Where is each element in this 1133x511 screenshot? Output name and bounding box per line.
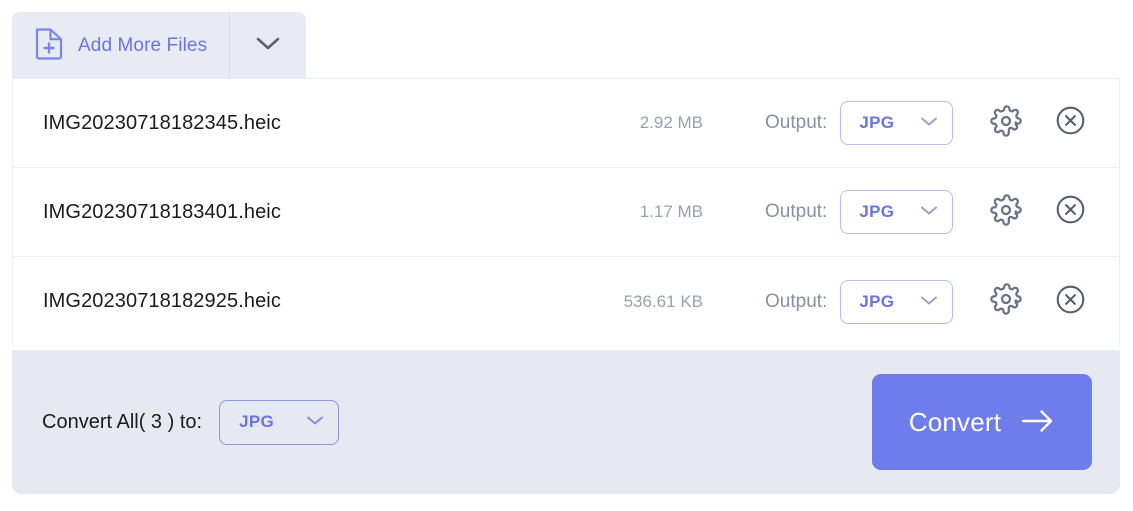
add-more-files-button[interactable]: Add More Files	[12, 12, 229, 79]
file-name: IMG20230718182345.heic	[43, 111, 281, 134]
table-row: IMG20230718182345.heic 2.92 MB Output: J…	[13, 79, 1119, 168]
heic-converter-panel: Add More Files IMG20230718182345.heic 2.…	[0, 0, 1133, 511]
output-format-value: JPG	[859, 291, 895, 311]
chevron-down-icon	[306, 413, 324, 431]
add-more-files-dropdown-toggle[interactable]	[229, 12, 306, 79]
table-row: IMG20230718182925.heic 536.61 KB Output:…	[13, 257, 1119, 346]
output-format-value: JPG	[859, 202, 895, 221]
add-more-files-label: Add More Files	[78, 34, 208, 56]
chevron-down-icon	[920, 203, 938, 221]
arrow-right-icon	[1021, 409, 1055, 436]
output-label: Output:	[765, 290, 828, 312]
file-settings-button[interactable]	[989, 104, 1023, 142]
file-size: 536.61 KB	[623, 291, 703, 311]
file-settings-button[interactable]	[989, 193, 1023, 231]
convert-all-format-value: JPG	[239, 412, 274, 431]
toolbar: Add More Files	[12, 12, 1120, 79]
remove-file-button[interactable]	[1053, 285, 1087, 319]
gear-icon	[990, 283, 1022, 320]
file-name: IMG20230718183401.heic	[43, 200, 281, 223]
file-size: 1.17 MB	[639, 202, 703, 221]
footer-bar: Convert All( 3 ) to: JPG Convert	[12, 350, 1120, 494]
file-name: IMG20230718182925.heic	[43, 290, 281, 312]
add-more-files-tab[interactable]: Add More Files	[12, 12, 307, 79]
table-row: IMG20230718183401.heic 1.17 MB Output: J…	[13, 168, 1119, 257]
output-format-select[interactable]: JPG	[840, 101, 954, 145]
remove-file-button[interactable]	[1053, 195, 1087, 229]
close-circle-icon	[1054, 283, 1087, 321]
file-plus-icon	[34, 26, 64, 65]
gear-icon	[990, 193, 1022, 231]
output-format-value: JPG	[859, 113, 895, 132]
file-settings-button[interactable]	[989, 283, 1023, 320]
convert-button[interactable]: Convert	[872, 374, 1092, 470]
close-circle-icon	[1054, 104, 1087, 142]
gear-icon	[990, 104, 1022, 142]
output-format-select[interactable]: JPG	[840, 279, 954, 324]
file-size: 2.92 MB	[639, 113, 703, 132]
chevron-down-icon	[920, 114, 938, 132]
chevron-down-icon	[255, 35, 281, 56]
convert-all-label: Convert All( 3 ) to:	[42, 410, 203, 433]
row-actions	[989, 283, 1103, 320]
row-actions	[989, 104, 1103, 142]
close-circle-icon	[1054, 193, 1087, 231]
convert-button-label: Convert	[908, 406, 1002, 437]
convert-all-format-select[interactable]: JPG	[219, 399, 340, 445]
remove-file-button[interactable]	[1053, 106, 1087, 140]
row-actions	[989, 193, 1103, 231]
chevron-down-icon	[920, 293, 938, 311]
output-label: Output:	[765, 201, 828, 222]
file-list: IMG20230718182345.heic 2.92 MB Output: J…	[12, 79, 1120, 346]
output-label: Output:	[765, 112, 828, 133]
output-format-select[interactable]: JPG	[840, 190, 954, 234]
